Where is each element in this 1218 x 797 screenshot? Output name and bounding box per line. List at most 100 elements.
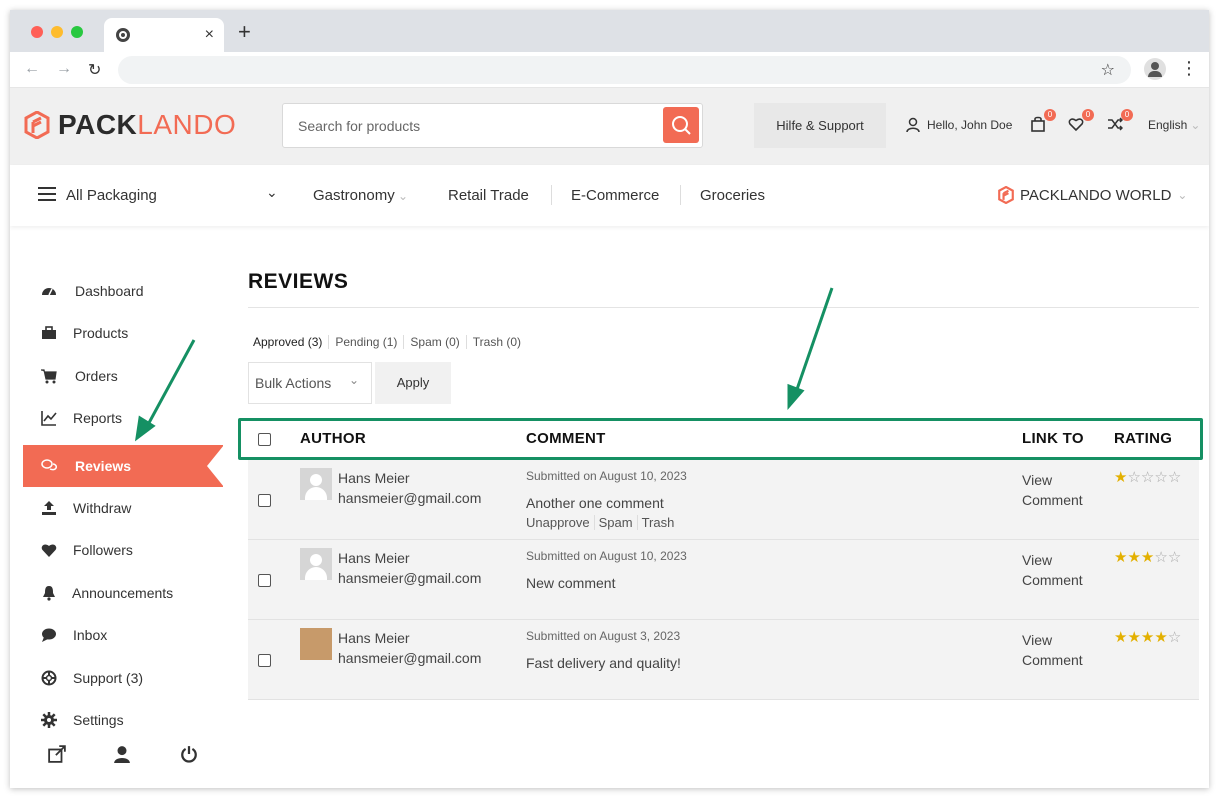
row-checkbox[interactable] [258,654,271,667]
maximize-window-button[interactable] [71,26,83,38]
user-profile-icon[interactable] [113,745,131,763]
external-link-icon[interactable] [48,745,66,763]
bookmark-star-icon[interactable]: ☆ [1101,60,1115,80]
sidebar-item-orders[interactable]: Orders [23,355,223,397]
all-packaging-menu[interactable]: All Packaging [66,187,157,204]
sidebar-item-label: Dashboard [75,283,144,299]
author-email[interactable]: hansmeier@gmail.com [338,650,481,666]
unapprove-link[interactable]: Unapprove [526,515,594,530]
profile-avatar-icon[interactable] [1144,58,1166,80]
spam-link[interactable]: Spam [593,515,637,530]
column-header-link-to: LINK TO [1022,430,1084,447]
bulk-actions-select[interactable]: Bulk Actions ⌄ [248,362,372,404]
nav-item-groceries[interactable]: Groceries [700,187,765,204]
row-actions: Unapprove Spam Trash [526,515,678,530]
author-email[interactable]: hansmeier@gmail.com [338,570,481,586]
submitted-date: Submitted on August 10, 2023 [526,469,687,483]
avatar [300,468,332,500]
sidebar-item-reviews[interactable]: Reviews [23,445,224,487]
bell-icon [43,586,55,601]
sidebar-item-announcements[interactable]: Announcements [23,572,223,614]
view-comment-line2: Comment [1022,572,1083,588]
user-icon [906,117,920,133]
view-comment-link[interactable]: View Comment [1022,630,1083,670]
reload-icon[interactable]: ↻ [88,60,101,80]
sidebar-item-withdraw[interactable]: Withdraw [23,487,223,529]
star-filled-icon: ★ [1140,629,1155,646]
comments-icon [41,459,57,471]
author-email[interactable]: hansmeier@gmail.com [338,490,481,506]
comment-text: Another one comment [526,495,664,511]
cart-button[interactable]: 0 [1030,109,1056,134]
search-input[interactable]: Search for products [282,103,703,148]
filter-trash[interactable]: Trash (0) [465,335,527,349]
filter-approved[interactable]: Approved (3) [253,335,328,349]
bulk-actions-label: Bulk Actions [255,375,332,391]
search-button[interactable] [663,107,699,143]
browser-menu-icon[interactable]: ⋮ [1180,58,1198,78]
sidebar-item-dashboard[interactable]: Dashboard [23,270,223,312]
view-comment-line1: View [1022,472,1053,488]
author-name: Hans Meier [338,630,410,646]
power-icon[interactable] [180,745,198,763]
sidebar-item-inbox[interactable]: Inbox [23,614,223,656]
sidebar-item-label: Withdraw [73,500,132,516]
back-arrow-icon[interactable]: ← [24,60,40,78]
view-comment-line2: Comment [1022,652,1083,668]
sidebar-item-settings[interactable]: Settings [23,699,223,741]
sidebar-item-followers[interactable]: Followers [23,529,223,571]
help-support-button[interactable]: Hilfe & Support [754,103,886,148]
view-comment-link[interactable]: View Comment [1022,470,1083,510]
chevron-down-icon[interactable]: ⌄ [266,184,278,201]
logo-text-pack: PACK [58,109,138,140]
sidebar-item-label: Reports [73,410,123,426]
sidebar-item-label: Products [73,325,129,341]
wishlist-button[interactable]: 0 [1068,109,1094,134]
view-comment-line1: View [1022,632,1053,648]
sidebar-item-support[interactable]: Support (3) [23,657,223,699]
trash-link[interactable]: Trash [636,515,679,530]
packlando-world-menu[interactable]: PACKLANDO WORLD ⌄ [998,186,1187,204]
star-rating: ★ ☆ ☆ ☆ ☆ [1114,468,1181,486]
browser-tab[interactable]: × [104,18,224,52]
star-rating: ★ ★ ★ ★ ☆ [1114,628,1181,646]
annotation-arrowhead-header [787,383,805,411]
sidebar-item-label: Followers [73,542,133,558]
filter-pending[interactable]: Pending (1) [328,335,403,349]
account-link[interactable]: Hello, John Doe [905,117,1012,133]
sidebar-item-products[interactable]: Products [23,312,223,354]
nav-item-gastronomy-label: Gastronomy [313,187,395,204]
filter-spam[interactable]: Spam (0) [403,335,465,349]
logo-mark-icon [998,186,1014,204]
heart-outline-icon [1068,118,1084,132]
row-checkbox[interactable] [258,494,271,507]
new-tab-button[interactable]: + [238,21,251,43]
briefcase-icon [42,326,56,339]
nav-item-gastronomy[interactable]: Gastronomy ⌄ [313,187,408,204]
site-logo[interactable]: PACKLANDO [24,110,236,140]
forward-arrow-icon[interactable]: → [56,60,72,78]
url-input[interactable]: ☆ [118,56,1131,84]
compare-button[interactable]: 0 [1107,109,1133,134]
row-checkbox[interactable] [258,574,271,587]
select-all-checkbox[interactable] [258,433,271,446]
address-bar-row: ← → ↻ ☆ ⋮ [10,52,1209,88]
column-header-rating: RATING [1114,430,1173,447]
annotation-arrow-header [792,287,834,399]
logo-text-lando: LANDO [137,109,237,140]
tab-close-icon[interactable]: × [205,26,214,44]
hamburger-menu-icon[interactable] [38,187,56,201]
title-divider [248,307,1199,308]
view-comment-link[interactable]: View Comment [1022,550,1083,590]
nav-item-e-commerce[interactable]: E-Commerce [571,187,659,204]
star-empty-icon: ☆ [1154,469,1168,486]
sidebar-item-reports[interactable]: Reports [23,397,223,439]
language-select[interactable]: English [1148,118,1200,132]
star-empty-icon: ☆ [1127,469,1141,486]
nav-item-retail-trade[interactable]: Retail Trade [448,187,529,204]
apply-button[interactable]: Apply [375,362,451,404]
minimize-window-button[interactable] [51,26,63,38]
close-window-button[interactable] [31,26,43,38]
reviews-table-header: AUTHOR COMMENT LINK TO RATING [248,420,1199,458]
shuffle-icon [1108,117,1124,131]
